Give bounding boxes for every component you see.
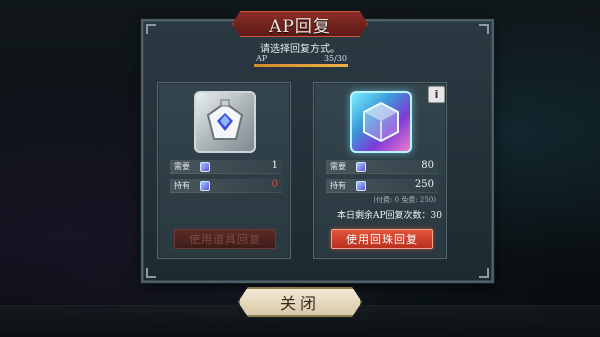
dialog-title: AP回复 — [269, 16, 331, 37]
have-value: 0 — [271, 179, 278, 190]
corner-ornament — [146, 268, 156, 278]
silver-bottle-icon — [194, 91, 256, 153]
use-item-recovery-button[interactable]: 使用道具回复 — [174, 229, 276, 249]
gem-small-icon — [356, 162, 366, 172]
corner-ornament — [146, 24, 156, 34]
title-banner: AP回复 — [232, 11, 368, 37]
ap-value: 35/30 — [323, 54, 347, 63]
info-button[interactable]: i — [428, 86, 445, 103]
need-label: 需要 — [330, 162, 346, 171]
need-value: 80 — [421, 160, 434, 171]
gem-have-row: 持有 250 — [326, 179, 438, 193]
corner-ornament — [479, 268, 489, 278]
crystal-cube-icon — [350, 91, 412, 153]
close-button[interactable]: 关闭 — [238, 287, 362, 317]
have-value: 250 — [414, 179, 434, 190]
ap-progress-bar — [254, 64, 348, 67]
have-label: 持有 — [330, 181, 346, 190]
bottle-small-icon — [200, 181, 210, 191]
need-value: 1 — [271, 160, 278, 171]
gem-need-row: 需要 80 — [326, 160, 438, 174]
use-gem-recovery-button[interactable]: 使用回珠回复 — [331, 229, 433, 249]
item-have-row: 持有 0 — [170, 179, 282, 193]
item-need-row: 需要 1 — [170, 160, 282, 174]
remaining-recoveries: 本日剩余AP回复次数：30 — [336, 211, 442, 221]
have-label: 持有 — [174, 181, 190, 190]
need-label: 需要 — [174, 162, 190, 171]
ap-label: AP — [256, 54, 268, 63]
corner-ornament — [479, 24, 489, 34]
dialog-subtitle: 请选择回复方式。 — [260, 44, 340, 55]
gem-small-icon — [356, 181, 366, 191]
ap-progress-fill — [254, 64, 348, 67]
bottle-small-icon — [200, 162, 210, 172]
payment-breakdown: (付费: 0 免费: 250) — [373, 196, 436, 204]
